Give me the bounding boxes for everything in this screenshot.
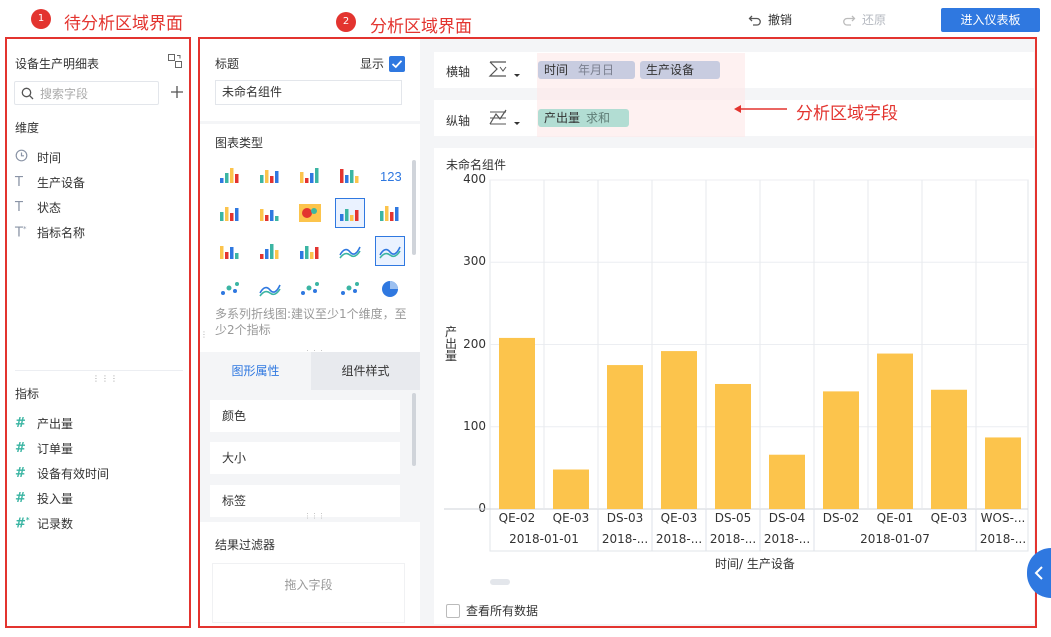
bar[interactable] — [769, 454, 805, 509]
bar[interactable] — [823, 391, 859, 509]
x-category-label: DS-04 — [768, 511, 806, 525]
view-all-data-label: 查看所有数据 — [466, 604, 539, 618]
x-date-label: 2018-... — [979, 532, 1027, 546]
x-date-label: 2018-... — [601, 532, 649, 546]
bar[interactable] — [553, 469, 589, 509]
bar[interactable] — [931, 389, 967, 509]
bar[interactable] — [607, 365, 643, 509]
bar[interactable] — [877, 353, 913, 509]
x-date-label: 2018-01-07 — [860, 532, 930, 546]
x-date-label: 2018-... — [655, 532, 703, 546]
chevron-left-icon — [1034, 566, 1044, 580]
x-category-label: QE-03 — [930, 511, 968, 525]
x-category-label: QE-01 — [876, 511, 914, 525]
x-category-label: QE-03 — [552, 511, 590, 525]
x-date-label: 2018-... — [709, 532, 757, 546]
x-category-label: QE-02 — [498, 511, 536, 525]
view-all-data-toggle[interactable]: 查看所有数据 — [446, 602, 538, 619]
x-date-label: 2018-... — [763, 532, 811, 546]
x-category-label: DS-02 — [822, 511, 860, 525]
bar[interactable] — [499, 337, 535, 509]
x-category-label: QE-03 — [660, 511, 698, 525]
x-date-label: 2018-01-01 — [509, 532, 579, 546]
bar[interactable] — [985, 437, 1021, 509]
bar[interactable] — [661, 351, 697, 509]
x-axis-title: 时间/ 生产设备 — [715, 557, 795, 571]
bar[interactable] — [715, 383, 751, 509]
checkbox-icon[interactable] — [446, 603, 460, 618]
x-category-label: DS-05 — [714, 511, 752, 525]
x-category-label: DS-03 — [606, 511, 644, 525]
x-category-label: WOS-... — [980, 511, 1026, 525]
chart-h-scrollbar[interactable] — [490, 579, 510, 585]
